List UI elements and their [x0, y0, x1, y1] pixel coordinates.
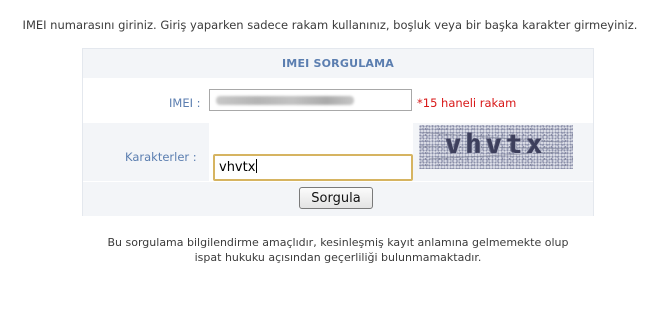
submit-row: Sorgula [83, 182, 593, 216]
instruction-text: IMEI numarasını giriniz. Giriş yaparken … [22, 18, 638, 32]
imei-label: IMEI : [169, 96, 201, 110]
captcha-row: Karakterler : vhvtx vhvtx [83, 123, 593, 181]
imei-input[interactable] [209, 89, 412, 111]
captcha-label: Karakterler : [125, 150, 197, 164]
disclaimer-line-2: ispat hukuku açısından geçerliliği bulun… [194, 251, 482, 264]
imei-blurred-value [216, 96, 354, 105]
imei-row: IMEI : *15 haneli rakam [83, 79, 593, 122]
imei-hint: *15 haneli rakam [417, 96, 517, 110]
query-button[interactable]: Sorgula [299, 187, 373, 209]
captcha-image-text: vhvtx [445, 129, 547, 160]
imei-query-panel: IMEI SORGULAMA IMEI : *15 haneli rakam K… [82, 48, 594, 216]
panel-title: IMEI SORGULAMA [83, 49, 593, 78]
captcha-image: vhvtx [419, 125, 573, 169]
text-caret [256, 159, 258, 173]
disclaimer-line-1: Bu sorgulama bilgilendirme amaçlıdır, ke… [107, 236, 569, 249]
disclaimer: Bu sorgulama bilgilendirme amaçlıdır, ke… [0, 235, 660, 265]
captcha-input-value: vhvtx [219, 160, 256, 175]
captcha-input[interactable]: vhvtx [213, 154, 413, 181]
